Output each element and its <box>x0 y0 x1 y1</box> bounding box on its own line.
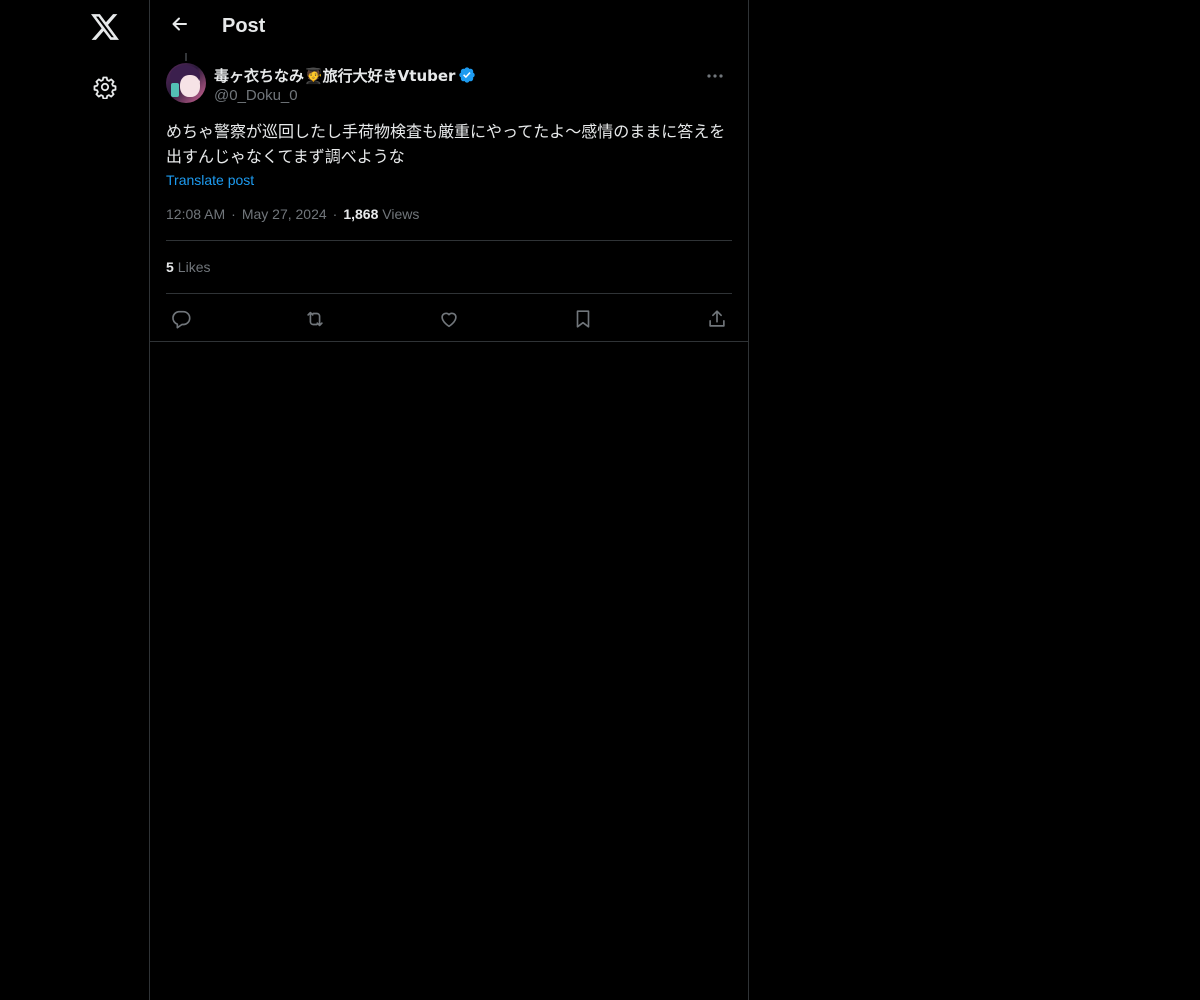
bookmark-icon <box>572 308 594 335</box>
app: Post 毒ヶ衣ちなみ🧑‍🎓旅行大好きVtuber <box>0 0 1200 1000</box>
settings-button[interactable] <box>84 66 126 108</box>
post-meta: 12:08 AM · May 27, 2024 · 1,868 Views <box>166 204 419 224</box>
main-column: Post 毒ヶ衣ちなみ🧑‍🎓旅行大好きVtuber <box>149 0 749 1000</box>
x-logo-icon <box>91 14 119 40</box>
views-count: 1,868 <box>343 206 379 222</box>
left-nav <box>0 0 149 1000</box>
post-time[interactable]: 12:08 AM <box>166 206 225 222</box>
author-block: 毒ヶ衣ちなみ🧑‍🎓旅行大好きVtuber @0_Doku_0 <box>214 65 476 106</box>
divider <box>166 240 732 241</box>
arrow-left-icon <box>170 14 190 39</box>
avatar[interactable] <box>166 63 206 103</box>
translate-post-link[interactable]: Translate post <box>166 170 254 190</box>
page-title: Post <box>222 15 266 37</box>
likes-link[interactable]: 5 Likes <box>166 257 210 277</box>
x-logo-button[interactable] <box>84 6 126 48</box>
header: Post <box>150 0 748 53</box>
bookmark-button[interactable] <box>566 304 600 338</box>
share-icon <box>706 308 728 335</box>
reply-icon <box>170 308 192 335</box>
repost-icon <box>304 308 326 335</box>
divider <box>166 293 732 294</box>
author-name[interactable]: 毒ヶ衣ちなみ🧑‍🎓旅行大好きVtuber <box>214 65 455 86</box>
post-text: めちゃ警察が巡回したし手荷物検査も厳重にやってたよ〜感情のままに答えを出すんじゃ… <box>166 122 726 166</box>
heart-icon <box>438 308 460 335</box>
reply-button[interactable] <box>164 304 198 338</box>
author-name-row: 毒ヶ衣ちなみ🧑‍🎓旅行大好きVtuber <box>214 65 476 85</box>
like-button[interactable] <box>432 304 466 338</box>
post-date[interactable]: May 27, 2024 <box>242 206 327 222</box>
views-label: Views <box>382 206 420 222</box>
thread-connector <box>185 53 187 61</box>
avatar-bottle <box>171 83 179 97</box>
post-bottom-border <box>150 341 748 342</box>
action-bar <box>166 304 732 340</box>
meta-separator: · <box>231 206 236 222</box>
meta-separator: · <box>332 206 338 222</box>
repost-button[interactable] <box>298 304 332 338</box>
likes-label: Likes <box>177 259 211 275</box>
avatar-face <box>180 75 200 97</box>
share-button[interactable] <box>700 304 734 338</box>
author-handle[interactable]: @0_Doku_0 <box>214 86 476 106</box>
likes-count: 5 <box>166 259 174 275</box>
verified-badge-icon[interactable] <box>458 66 476 84</box>
more-options-button[interactable] <box>698 63 732 87</box>
back-button[interactable] <box>162 8 198 44</box>
gear-icon <box>93 75 117 99</box>
more-dots-icon <box>706 66 724 84</box>
